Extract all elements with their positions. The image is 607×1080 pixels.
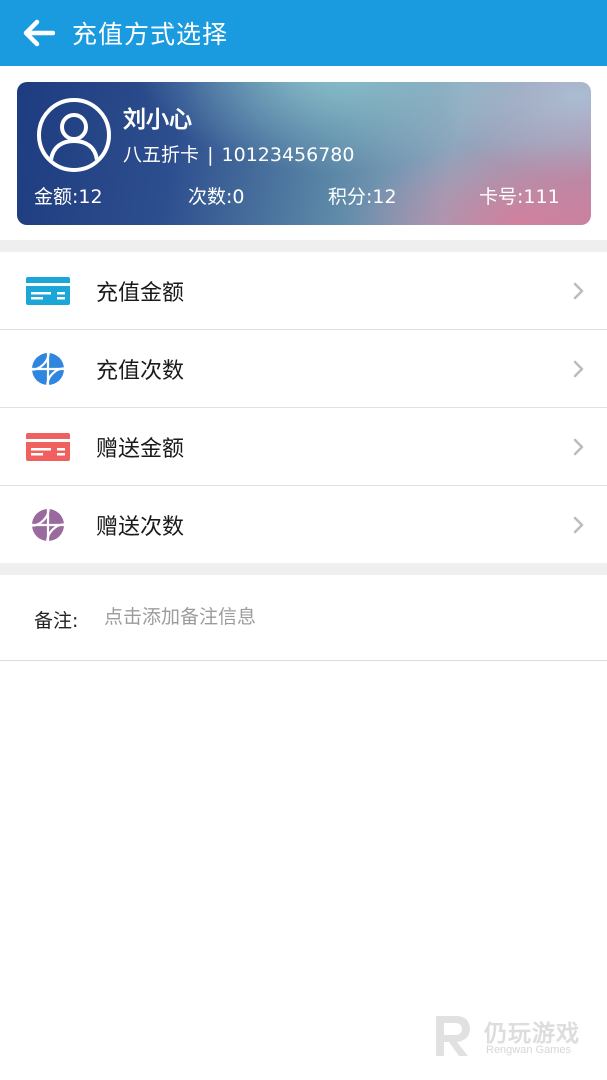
- info-separator: |: [207, 144, 214, 166]
- card-icon: [26, 276, 70, 306]
- section-divider: [0, 563, 607, 575]
- user-avatar-icon: [37, 98, 111, 172]
- chevron-right-icon: [573, 282, 584, 299]
- watermark-subtext: Rengwan Games: [486, 1044, 571, 1056]
- menu-item-recharge-amount[interactable]: 充值金额: [0, 252, 607, 330]
- menu-item-recharge-count[interactable]: 充值次数: [0, 330, 607, 408]
- remark-label: 备注:: [34, 610, 79, 632]
- watermark: 仍玩游戏 Rengwan Games: [430, 1012, 600, 1064]
- card-type: 八五折卡: [123, 144, 200, 166]
- member-name: 刘小心: [123, 107, 192, 133]
- chevron-right-icon: [573, 360, 584, 377]
- menu-item-label: 赠送金额: [96, 436, 185, 462]
- member-card[interactable]: 刘小心 八五折卡 | 10123456780 金额:12 次数:0 积分:12 …: [17, 82, 591, 225]
- remark-row: 备注:: [0, 575, 607, 661]
- basketball-icon: [26, 508, 70, 541]
- page-title: 充值方式选择: [72, 20, 229, 49]
- menu-item-label: 充值次数: [96, 358, 185, 384]
- member-card-info: 八五折卡 | 10123456780: [123, 140, 355, 167]
- member-card-section: 刘小心 八五折卡 | 10123456780 金额:12 次数:0 积分:12 …: [0, 66, 607, 240]
- stat-points: 积分:12: [328, 186, 397, 208]
- app-bar: 充值方式选择: [0, 0, 607, 66]
- chevron-right-icon: [573, 516, 584, 533]
- menu-item-label: 充值金额: [96, 280, 185, 306]
- member-phone: 10123456780: [221, 144, 355, 166]
- remark-input[interactable]: [104, 599, 564, 635]
- menu-item-gift-amount[interactable]: 赠送金额: [0, 408, 607, 486]
- basketball-icon: [26, 352, 70, 385]
- stat-count: 次数:0: [188, 186, 245, 208]
- menu-item-gift-count[interactable]: 赠送次数: [0, 486, 607, 564]
- menu-item-label: 赠送次数: [96, 514, 185, 540]
- watermark-logo-icon: [436, 1016, 470, 1056]
- recharge-options-list: 充值金额 充值次数 赠送金额 赠送次数: [0, 252, 607, 564]
- chevron-right-icon: [573, 438, 584, 455]
- stat-card-number: 卡号:111: [479, 186, 560, 208]
- watermark-text: 仍玩游戏: [484, 1021, 580, 1047]
- arrow-left-icon: [23, 19, 55, 47]
- card-icon: [26, 432, 70, 462]
- stat-balance: 金额:12: [34, 186, 103, 208]
- back-button[interactable]: [14, 0, 64, 66]
- section-divider: [0, 240, 607, 252]
